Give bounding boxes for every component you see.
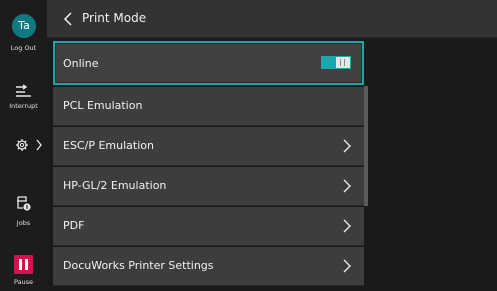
list-item-label: ESC/P Emulation — [63, 139, 154, 152]
chevron-right-icon — [343, 259, 351, 273]
left-rail: Ta Log Out Interrupt Jobs Pause — [0, 0, 47, 291]
list-item-label: DocuWorks Printer Settings — [63, 259, 214, 272]
pause-label[interactable]: Pause — [0, 278, 47, 286]
list-item-label: HP-GL/2 Emulation — [63, 179, 167, 192]
interrupt-icon[interactable] — [15, 84, 33, 98]
settings-gear-icon[interactable] — [15, 138, 43, 152]
list-item-label: PCL Emulation — [63, 99, 143, 112]
interrupt-label[interactable]: Interrupt — [0, 102, 47, 110]
user-avatar[interactable]: Ta — [12, 14, 36, 38]
list-item-escp-emulation[interactable]: ESC/P Emulation — [53, 127, 364, 166]
chevron-right-icon — [343, 139, 351, 153]
online-toggle-row[interactable]: Online — [53, 41, 364, 85]
list-item-pdf[interactable]: PDF — [53, 207, 364, 246]
header-bar: Print Mode — [47, 0, 497, 38]
list-item-label: PDF — [63, 219, 85, 232]
list-item-hpgl2-emulation[interactable]: HP-GL/2 Emulation — [53, 167, 364, 206]
back-chevron-icon[interactable] — [61, 11, 75, 27]
list-item-pcl-emulation[interactable]: PCL Emulation — [53, 87, 364, 126]
jobs-icon[interactable] — [16, 196, 32, 211]
pause-icon[interactable] — [14, 255, 33, 274]
chevron-right-icon — [343, 219, 351, 233]
online-label: Online — [63, 57, 99, 70]
list-item-docuworks-printer-settings[interactable]: DocuWorks Printer Settings — [53, 247, 364, 286]
scrollbar[interactable] — [364, 86, 368, 206]
logout-label[interactable]: Log Out — [0, 44, 47, 52]
toggle-knob — [336, 57, 350, 68]
page-title: Print Mode — [82, 11, 147, 25]
online-toggle-switch[interactable] — [321, 56, 351, 69]
chevron-right-icon — [343, 179, 351, 193]
jobs-label[interactable]: Jobs — [0, 219, 47, 227]
